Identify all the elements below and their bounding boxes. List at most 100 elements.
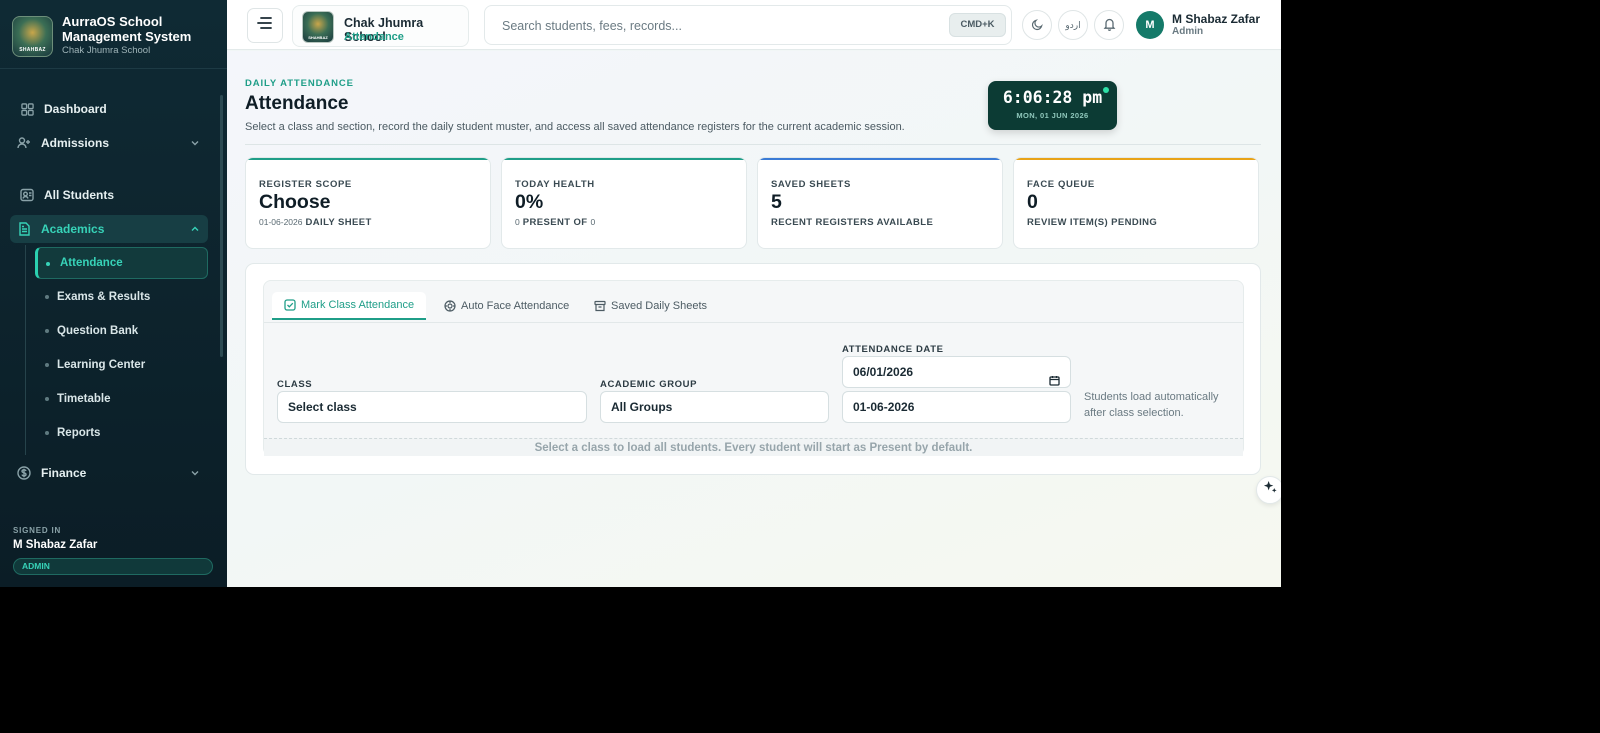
app-window: SHAHBAZ AurraOS School Management System… xyxy=(0,0,1281,587)
stat-total-count: 0 xyxy=(590,217,596,227)
sidebar-subitem-learning-center[interactable]: Learning Center xyxy=(35,349,208,381)
tab-auto-face-attendance[interactable]: Auto Face Attendance xyxy=(432,292,581,320)
sidebar: SHAHBAZ AurraOS School Management System… xyxy=(0,0,227,587)
sidebar-subitem-label: Learning Center xyxy=(57,359,146,371)
stat-accent-bar xyxy=(246,158,490,160)
sidebar-subitem-exams[interactable]: Exams & Results xyxy=(35,281,208,313)
stat-value: Choose xyxy=(259,191,331,213)
stat-footnote-text: PRESENT OF xyxy=(522,217,588,228)
academic-group-select[interactable]: All Groups xyxy=(600,391,829,423)
sidebar-item-admissions[interactable]: Admissions xyxy=(10,129,208,157)
sidebar-item-all-students[interactable]: All Students xyxy=(10,181,208,209)
language-label: اردو xyxy=(1065,19,1081,30)
chevron-down-icon xyxy=(190,137,200,147)
moon-icon xyxy=(1031,18,1044,33)
language-toggle-button[interactable]: اردو xyxy=(1058,10,1088,40)
sidebar-item-finance[interactable]: Finance xyxy=(10,459,208,487)
stat-accent-bar xyxy=(758,158,1002,160)
page-title: Attendance xyxy=(245,93,349,114)
date-input-value: 06/01/2026 xyxy=(853,365,914,379)
bullet-icon xyxy=(45,431,49,435)
main-content: DAILY ATTENDANCE Attendance Select a cla… xyxy=(227,51,1281,587)
stat-footnote: 01-06-2026 DAILY SHEET xyxy=(259,217,372,228)
theme-toggle-button[interactable] xyxy=(1022,10,1052,40)
attendance-date-label: ATTENDANCE DATE xyxy=(842,344,944,355)
page-description: Select a class and section, record the d… xyxy=(245,121,905,133)
sidebar-item-dashboard[interactable]: Dashboard xyxy=(10,95,208,123)
sidebar-item-label: Admissions xyxy=(41,136,110,150)
stat-value: 0 xyxy=(1027,191,1038,213)
stat-footnote: REVIEW ITEM(S) PENDING xyxy=(1027,217,1158,228)
sidebar-subitem-label: Reports xyxy=(57,427,101,439)
sidebar-subitem-label: Question Bank xyxy=(57,325,139,337)
user-add-icon xyxy=(17,136,31,150)
stat-card-today-health: TODAY HEALTH 0% 0 PRESENT OF 0 xyxy=(501,157,747,249)
tab-label: Saved Daily Sheets xyxy=(611,300,707,312)
stat-present-count: 0 xyxy=(515,217,520,227)
attendance-date-display[interactable]: 01-06-2026 xyxy=(842,391,1071,423)
stat-value: 0% xyxy=(515,191,544,213)
sidebar-item-label: Dashboard xyxy=(44,102,107,116)
attendance-tabs: Mark Class Attendance Auto Face Attendan… xyxy=(264,281,1243,323)
user-name[interactable]: M Shabaz Zafar xyxy=(1172,12,1260,26)
sidebar-item-academics[interactable]: Academics xyxy=(10,215,208,243)
class-label: CLASS xyxy=(277,379,313,390)
school-switcher[interactable]: SHAHBAZ Chak Jhumra School Attendance xyxy=(292,5,469,47)
stat-footnote-text: DAILY SHEET xyxy=(305,217,372,228)
attendance-form-area: Mark Class Attendance Auto Face Attendan… xyxy=(263,280,1244,456)
sidebar-scrollbar[interactable] xyxy=(220,95,223,357)
sidebar-subitem-question-bank[interactable]: Question Bank xyxy=(35,315,208,347)
chevron-down-icon xyxy=(190,467,200,477)
signed-in-name: M Shabaz Zafar xyxy=(13,539,98,551)
archive-icon xyxy=(594,300,606,312)
document-icon xyxy=(17,222,31,236)
brand[interactable]: SHAHBAZ AurraOS School Management System… xyxy=(12,14,217,59)
academic-group-label: ACADEMIC GROUP xyxy=(600,379,698,390)
bullet-icon xyxy=(45,329,49,333)
brand-title: AurraOS School Management System xyxy=(62,14,192,44)
sidebar-item-label: Finance xyxy=(41,466,87,480)
bullet-icon xyxy=(45,295,49,299)
check-square-icon xyxy=(284,299,296,311)
avatar[interactable]: M xyxy=(1136,11,1164,39)
stat-label: SAVED SHEETS xyxy=(771,179,851,190)
sidebar-divider xyxy=(0,68,227,69)
clock-date: MON, 01 JUN 2026 xyxy=(1016,111,1089,120)
attendance-panel: Mark Class Attendance Auto Face Attendan… xyxy=(245,263,1261,475)
tab-label: Auto Face Attendance xyxy=(461,300,570,312)
class-select[interactable]: Select class xyxy=(277,391,587,423)
school-logo: SHAHBAZ xyxy=(12,16,53,57)
menu-toggle-button[interactable] xyxy=(247,8,283,43)
sparkle-icon xyxy=(1263,480,1278,500)
stat-value: 5 xyxy=(771,191,782,213)
sidebar-item-label: All Students xyxy=(44,188,115,202)
stat-card-saved-sheets: SAVED SHEETS 5 RECENT REGISTERS AVAILABL… xyxy=(757,157,1003,249)
attendance-date-input[interactable]: 06/01/2026 xyxy=(842,356,1071,388)
brand-subtitle: Chak Jhumra School xyxy=(62,45,151,56)
dollar-icon xyxy=(17,466,31,480)
search-placeholder: Search students, fees, records... xyxy=(502,19,682,33)
stat-accent-bar xyxy=(502,158,746,160)
notifications-button[interactable] xyxy=(1094,10,1124,40)
school-logo: SHAHBAZ xyxy=(302,11,334,43)
calendar-icon[interactable] xyxy=(1049,367,1060,386)
live-clock: 6:06:28 pm MON, 01 JUN 2026 xyxy=(988,81,1117,130)
current-module: Attendance xyxy=(344,31,404,43)
submenu-guide-line xyxy=(25,245,26,455)
empty-state-notice: Select a class to load all students. Eve… xyxy=(264,438,1243,456)
tab-mark-class-attendance[interactable]: Mark Class Attendance xyxy=(272,292,427,320)
stat-accent-bar xyxy=(1014,158,1258,160)
search-input[interactable]: Search students, fees, records... CMD+K xyxy=(484,5,1012,45)
ai-assistant-button[interactable] xyxy=(1256,476,1281,504)
dashboard-icon xyxy=(20,102,34,116)
header-divider xyxy=(245,144,1261,145)
logo-caption: SHAHBAZ xyxy=(19,47,46,53)
tab-saved-daily-sheets[interactable]: Saved Daily Sheets xyxy=(582,292,719,320)
sidebar-subitem-reports[interactable]: Reports xyxy=(35,417,208,449)
stat-card-face-queue: FACE QUEUE 0 REVIEW ITEM(S) PENDING xyxy=(1013,157,1259,249)
stat-card-register-scope: REGISTER SCOPE Choose 01-06-2026 DAILY S… xyxy=(245,157,491,249)
sidebar-subitem-timetable[interactable]: Timetable xyxy=(35,383,208,415)
face-scan-icon xyxy=(444,300,456,312)
sidebar-subitem-attendance[interactable]: Attendance xyxy=(35,247,208,279)
page-eyebrow: DAILY ATTENDANCE xyxy=(245,78,354,89)
